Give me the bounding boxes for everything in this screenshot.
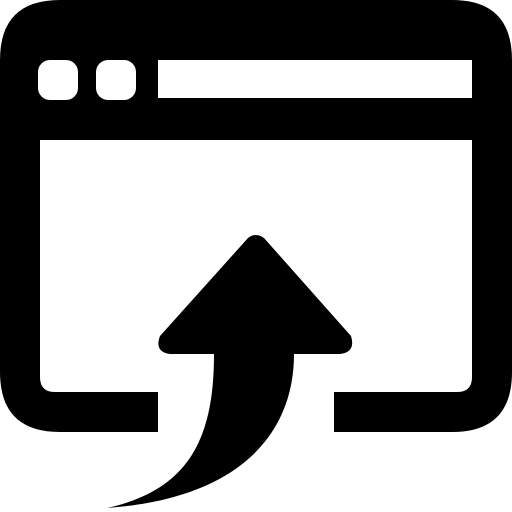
window-dot-icon [96, 60, 136, 100]
browser-upload-icon-svg [0, 0, 512, 508]
address-bar [158, 60, 472, 98]
window-dot-icon [38, 60, 78, 100]
upload-arrow-icon [107, 235, 353, 508]
browser-upload-icon [0, 0, 512, 512]
